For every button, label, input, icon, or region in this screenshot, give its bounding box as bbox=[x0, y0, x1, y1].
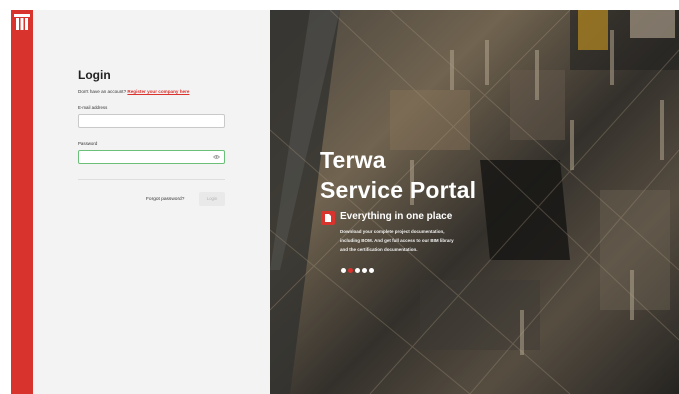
password-field[interactable] bbox=[78, 150, 225, 164]
login-panel: Login Don't have an account? Register yo… bbox=[33, 10, 270, 394]
login-title: Login bbox=[78, 68, 111, 82]
email-field[interactable] bbox=[78, 114, 225, 128]
feature-badge bbox=[321, 211, 335, 225]
hero-panel: Terwa Service Portal Everything in one p… bbox=[270, 10, 679, 394]
eye-icon[interactable] bbox=[213, 155, 220, 159]
carousel-dot[interactable] bbox=[362, 268, 367, 273]
carousel-dot[interactable] bbox=[355, 268, 360, 273]
register-prompt: Don't have an account? Register your com… bbox=[78, 89, 189, 94]
hero-title: Terwa Service Portal bbox=[320, 145, 476, 205]
hero-title-line2: Service Portal bbox=[320, 177, 477, 203]
register-link[interactable]: Register your company here bbox=[127, 89, 189, 94]
form-divider bbox=[78, 179, 225, 180]
feature-description: Download your complete project documenta… bbox=[340, 229, 454, 252]
login-button[interactable]: Login bbox=[199, 192, 225, 206]
terwa-logo-icon[interactable] bbox=[13, 13, 31, 31]
brand-rail bbox=[11, 10, 33, 394]
forgot-password-link[interactable]: Forgot password? bbox=[146, 197, 184, 202]
carousel-dot[interactable] bbox=[341, 268, 346, 273]
document-icon bbox=[325, 214, 331, 222]
carousel-dot[interactable] bbox=[369, 268, 374, 273]
carousel-dots bbox=[341, 268, 374, 274]
password-label: Password bbox=[78, 141, 98, 146]
feature-title: Everything in one place bbox=[340, 211, 453, 222]
carousel-dot[interactable] bbox=[348, 268, 353, 273]
no-account-text: Don't have an account? bbox=[78, 89, 128, 94]
page-frame: Login Don't have an account? Register yo… bbox=[11, 10, 679, 394]
email-label: E-mail address bbox=[78, 105, 108, 110]
hero-title-line1: Terwa bbox=[320, 147, 386, 173]
